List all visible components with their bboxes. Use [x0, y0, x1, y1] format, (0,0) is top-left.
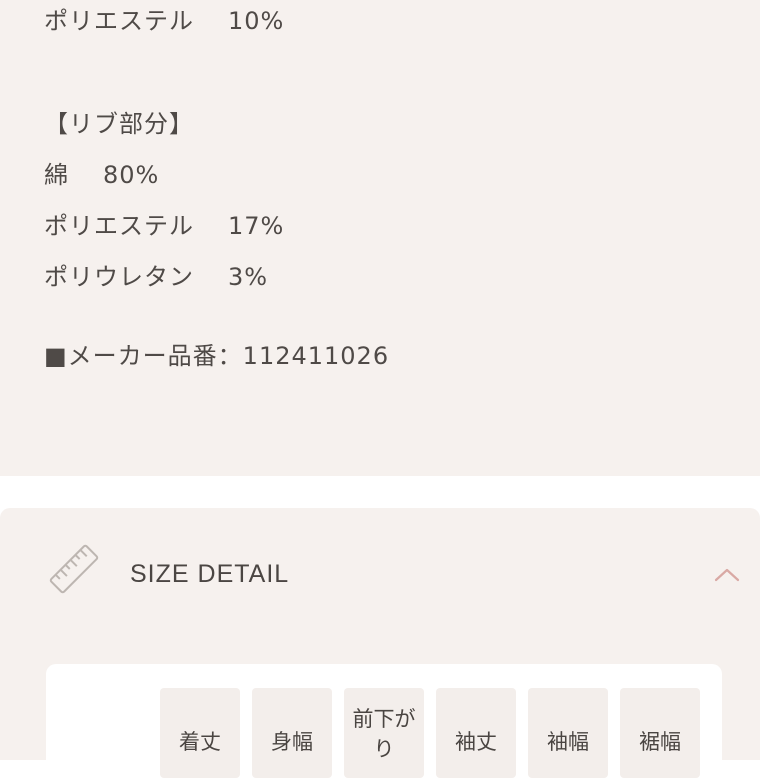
material-line: ポリウレタン 3% — [44, 263, 269, 291]
size-column-header: 袖丈 — [436, 688, 516, 778]
chevron-up-icon[interactable] — [712, 565, 742, 585]
size-column-header: 裾幅 — [620, 688, 700, 778]
size-detail-title: SIZE DETAIL — [130, 560, 290, 588]
size-column-header: 袖幅 — [528, 688, 608, 778]
size-column-header: 前下がり — [344, 688, 424, 778]
material-line: ポリエステル 10% — [44, 7, 285, 35]
material-line: 綿 80% — [44, 161, 160, 189]
material-line: ポリエステル 17% — [44, 212, 285, 240]
maker-number: ■メーカー品番：112411026 — [44, 342, 390, 370]
size-column-header: 着丈 — [160, 688, 240, 778]
ruler-icon — [49, 544, 99, 594]
size-column-header: 身幅 — [252, 688, 332, 778]
rib-heading: 【リブ部分】 — [44, 110, 194, 138]
